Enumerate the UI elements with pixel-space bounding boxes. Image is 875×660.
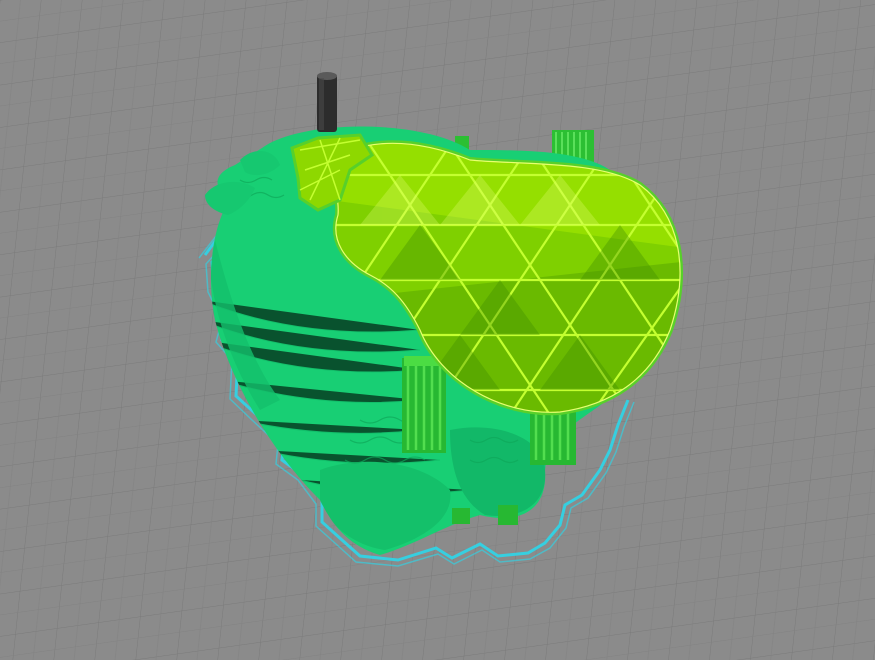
print-nozzle-icon <box>317 72 337 132</box>
build-plate-scene[interactable] <box>0 0 875 660</box>
3d-viewport[interactable] <box>0 0 875 660</box>
